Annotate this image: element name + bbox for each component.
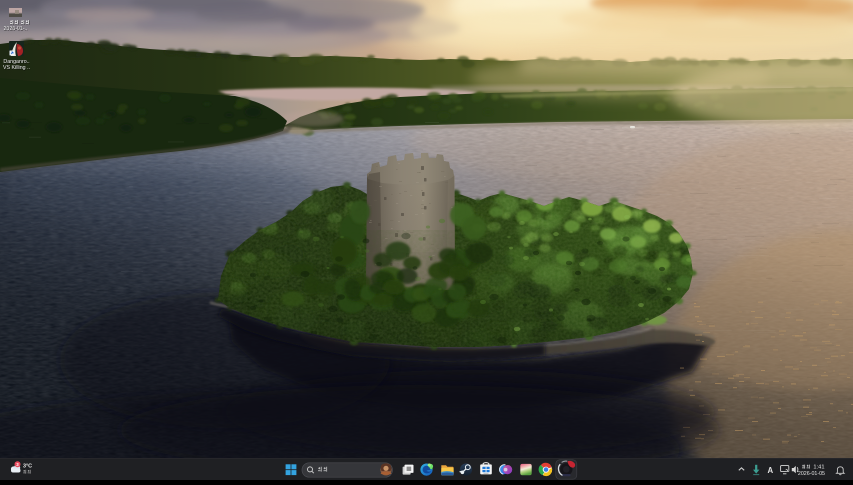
svg-text:3°C: 3°C xyxy=(23,464,32,470)
svg-text:1:41: 1:41 xyxy=(813,465,824,471)
svg-text:Danganro..: Danganro.. xyxy=(3,59,29,65)
svg-text:2026-01-05: 2026-01-05 xyxy=(798,471,825,477)
svg-text:A: A xyxy=(767,466,773,475)
svg-text:2026-01-..: 2026-01-.. xyxy=(4,26,28,32)
svg-text:VS Killing ..: VS Killing .. xyxy=(3,65,30,71)
